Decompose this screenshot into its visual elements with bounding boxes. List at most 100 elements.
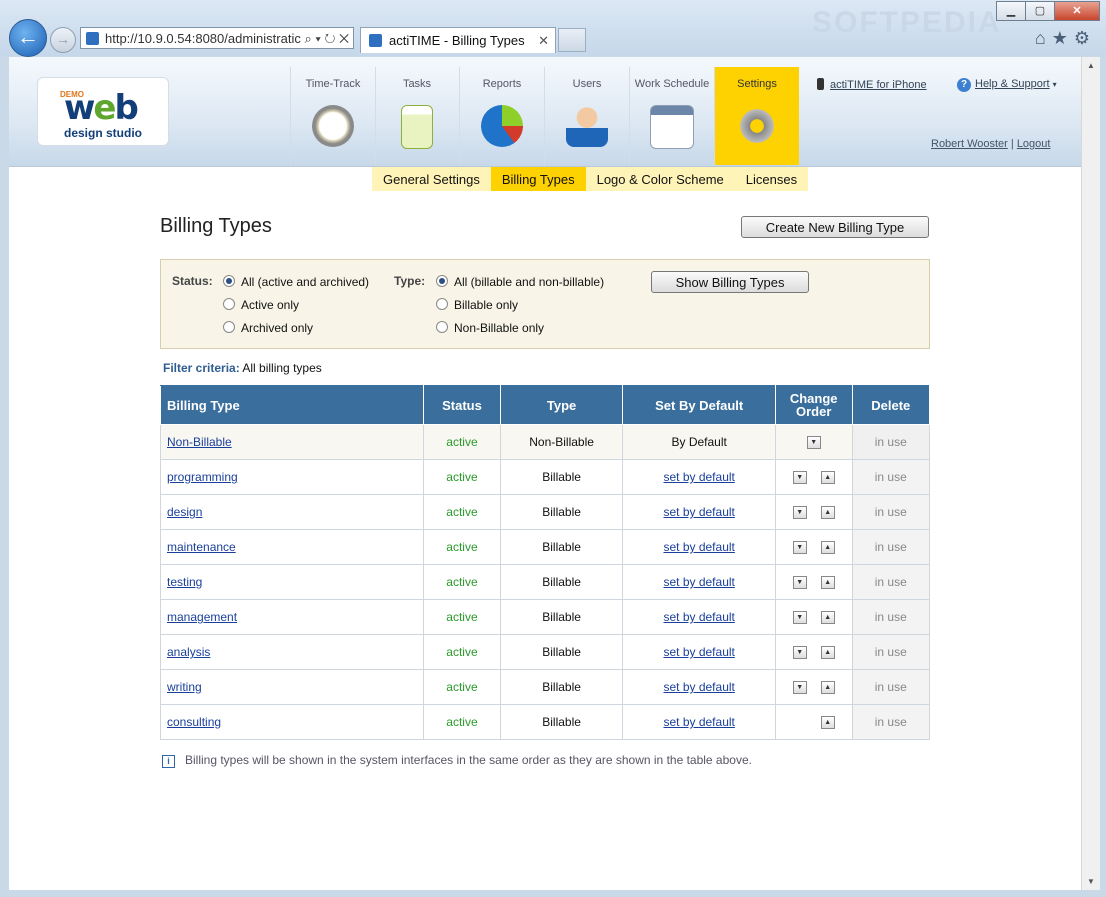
back-button[interactable]: ← — [9, 19, 47, 57]
billing-type-link[interactable]: design — [167, 505, 202, 519]
col-delete: Delete — [851, 385, 930, 425]
order-note: i Billing types will be shown in the syst… — [162, 753, 752, 768]
nav-tab-time-track[interactable]: Time-Track — [290, 67, 376, 165]
subnav-licenses[interactable]: Licenses — [735, 167, 808, 191]
move-up-button[interactable]: ▲ — [820, 471, 835, 485]
billing-type-link[interactable]: programming — [167, 470, 238, 484]
scroll-up-icon[interactable]: ▲ — [1087, 61, 1095, 70]
billing-type-link[interactable]: analysis — [167, 645, 210, 659]
set-by-default-link[interactable]: set by default — [663, 610, 734, 624]
move-down-button[interactable]: ▼ — [792, 611, 807, 625]
subnav-general-settings[interactable]: General Settings — [372, 167, 491, 191]
move-down-button[interactable]: ▼ — [792, 576, 807, 590]
move-up-button[interactable]: ▲ — [820, 506, 835, 520]
logo-demo-badge: DEMO — [60, 90, 84, 99]
status-cell: active — [423, 564, 501, 600]
favorites-star-icon[interactable]: ★ — [1052, 28, 1074, 48]
set-by-default-link[interactable]: set by default — [663, 505, 734, 519]
billing-type-cell: writing — [159, 669, 425, 705]
move-up-button[interactable]: ▲ — [820, 576, 835, 590]
radio-label: All (billable and non-billable) — [454, 275, 605, 289]
create-billing-type-button[interactable]: Create New Billing Type — [741, 216, 929, 238]
move-up-button[interactable]: ▲ — [820, 681, 835, 695]
radio-selected-icon — [223, 275, 235, 287]
move-down-button[interactable]: ▼ — [806, 436, 821, 450]
close-window-button[interactable]: ✕ — [1054, 1, 1100, 21]
address-controls[interactable]: ⌕ ▾ ↻ ✕ — [300, 28, 349, 48]
phone-icon — [817, 78, 824, 90]
browser-tab[interactable]: actiTIME - Billing Types ✕ — [360, 27, 556, 53]
iphone-link[interactable]: actiTIME for iPhone — [817, 78, 927, 91]
status-cell: active — [423, 704, 501, 740]
tab-title: actiTIME - Billing Types — [389, 33, 525, 48]
search-icon[interactable]: ⌕ — [305, 31, 312, 46]
dropdown-icon[interactable]: ▾ — [315, 31, 320, 46]
user-name-link[interactable]: Robert Wooster — [931, 138, 1008, 150]
window-controls: ▁ ▢ ✕ — [996, 1, 1100, 21]
billing-type-link[interactable]: consulting — [167, 715, 221, 729]
billing-type-link[interactable]: Non-Billable — [167, 435, 232, 449]
change-order-cell: ▼▲ — [774, 669, 853, 705]
show-billing-types-button[interactable]: Show Billing Types — [651, 271, 809, 293]
address-bar[interactable]: http://10.9.0.54:8080/administratic ⌕ ▾ … — [80, 27, 354, 49]
type-radio-billable[interactable]: Billable only — [436, 298, 518, 312]
move-up-button[interactable]: ▲ — [820, 716, 835, 730]
type-cell: Non-Billable — [499, 424, 624, 460]
billing-type-link[interactable]: management — [167, 610, 237, 624]
home-icon[interactable]: ⌂ — [1035, 28, 1052, 48]
set-by-default-link[interactable]: set by default — [663, 645, 734, 659]
billing-type-link[interactable]: testing — [167, 575, 202, 589]
move-down-button[interactable]: ▼ — [792, 646, 807, 660]
type-radio-non-billable[interactable]: Non-Billable only — [436, 321, 544, 335]
type-radio-all[interactable]: All (billable and non-billable) — [436, 275, 604, 289]
billing-type-link[interactable]: writing — [167, 680, 202, 694]
nav-tab-users[interactable]: Users — [545, 67, 630, 165]
radio-label: Active only — [241, 298, 300, 312]
billing-type-link[interactable]: maintenance — [167, 540, 236, 554]
stop-icon[interactable]: ✕ — [339, 31, 349, 46]
move-up-button[interactable]: ▲ — [820, 611, 835, 625]
set-by-default-link[interactable]: set by default — [663, 470, 734, 484]
gear-icon[interactable]: ⚙ — [1074, 28, 1096, 48]
subnav-logo-color-scheme[interactable]: Logo & Color Scheme — [586, 167, 735, 191]
scroll-down-icon[interactable]: ▼ — [1087, 877, 1095, 886]
col-status: Status — [423, 385, 501, 425]
status-cell: active — [423, 459, 501, 495]
nav-tab-work-schedule[interactable]: Work Schedule — [630, 67, 715, 165]
help-support-menu[interactable]: ? Help & Support ▾ — [957, 78, 1057, 92]
nav-tab-settings[interactable]: Settings — [715, 67, 799, 165]
maximize-button[interactable]: ▢ — [1025, 1, 1055, 21]
status-radio-archived[interactable]: Archived only — [223, 321, 313, 335]
set-by-default-link[interactable]: set by default — [663, 715, 734, 729]
type-cell: Billable — [499, 599, 624, 635]
nav-tab-reports[interactable]: Reports — [460, 67, 545, 165]
forward-button[interactable]: → — [50, 27, 76, 53]
set-by-default-link[interactable]: set by default — [663, 575, 734, 589]
set-by-default-link[interactable]: set by default — [663, 680, 734, 694]
company-logo[interactable]: web DEMO design studio — [37, 77, 169, 146]
nav-tab-label: Users — [572, 78, 602, 90]
tab-close-icon[interactable]: ✕ — [538, 28, 549, 53]
logout-link[interactable]: Logout — [1017, 138, 1051, 150]
address-url: http://10.9.0.54:8080/administratic — [105, 31, 301, 46]
move-up-button[interactable]: ▲ — [820, 646, 835, 660]
new-tab-button[interactable] — [558, 28, 586, 52]
status-radio-active[interactable]: Active only — [223, 298, 299, 312]
nav-tab-tasks[interactable]: Tasks — [375, 67, 460, 165]
back-arrow-icon: ← — [17, 24, 39, 49]
default-cell: set by default — [622, 634, 776, 670]
move-down-button[interactable]: ▼ — [792, 541, 807, 555]
move-down-button[interactable]: ▼ — [792, 506, 807, 520]
billing-type-cell: design — [159, 494, 425, 530]
move-down-button[interactable]: ▼ — [792, 681, 807, 695]
status-radio-all[interactable]: All (active and archived) — [223, 275, 369, 289]
vertical-scrollbar[interactable]: ▲ ▼ — [1081, 57, 1100, 890]
set-by-default-link[interactable]: set by default — [663, 540, 734, 554]
status-cell: active — [423, 424, 501, 460]
move-down-button[interactable]: ▼ — [792, 471, 807, 485]
refresh-icon[interactable]: ↻ — [325, 31, 336, 46]
type-cell: Billable — [499, 529, 624, 565]
subnav-billing-types[interactable]: Billing Types — [490, 167, 586, 191]
minimize-button[interactable]: ▁ — [996, 1, 1026, 21]
move-up-button[interactable]: ▲ — [820, 541, 835, 555]
